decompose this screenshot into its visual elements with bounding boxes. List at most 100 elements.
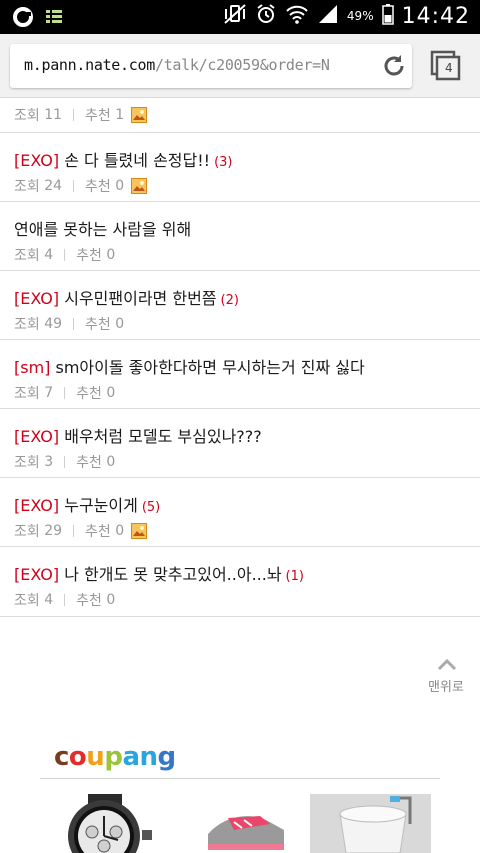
bucket-product-image[interactable] — [310, 794, 431, 853]
battery-icon — [381, 3, 394, 29]
post-row[interactable]: 연애를 못하는 사람을 위해조회 4 추천 0 — [0, 202, 480, 271]
view-count: 49 — [44, 316, 63, 332]
meta-divider — [64, 594, 66, 606]
post-title[interactable]: [EXO] 배우처럼 모델도 부심있나??? — [14, 423, 262, 447]
views-label: 조회 — [14, 317, 40, 333]
signal-icon — [317, 3, 339, 29]
post-meta: 조회 49 추천 0 — [14, 314, 124, 334]
meta-divider — [73, 109, 75, 121]
post-title[interactable]: [EXO] 나 한개도 못 맞추고있어..아...놔 (1) — [14, 561, 304, 585]
browser-o-icon — [12, 6, 34, 32]
post-title-text: 배우처럼 모델도 부심있나??? — [64, 427, 262, 446]
recommend-count: 0 — [115, 178, 125, 194]
views-label: 조회 — [14, 108, 40, 124]
post-row[interactable]: 조회 11 추천 1 — [0, 98, 480, 133]
browser-toolbar: m.pann.nate.com/talk/c20059&order=N 4 — [0, 34, 480, 98]
view-count: 7 — [44, 385, 54, 401]
recommend-label: 추천 — [76, 386, 102, 402]
post-category-tag: [EXO] — [14, 427, 60, 446]
views-label: 조회 — [14, 524, 40, 540]
post-title[interactable]: [EXO] 시우민팬이라면 한번쯤 (2) — [14, 285, 239, 309]
post-row[interactable]: [sm] sm아이돌 좋아한다하면 무시하는거 진짜 싫다조회 7 추천 0 — [0, 340, 480, 409]
wifi-icon — [285, 3, 309, 29]
coupang-logo-letter: u — [86, 742, 105, 772]
meta-divider — [73, 180, 75, 192]
coupang-logo-letter: g — [157, 742, 177, 772]
recommend-count: 0 — [106, 385, 116, 401]
post-row[interactable]: [EXO] 손 다 틀렸네 손정답!! (3) 조회 24 추천 0 — [0, 133, 480, 202]
post-row[interactable]: [EXO] 나 한개도 못 맞추고있어..아...놔 (1) 조회 4 추천 0 — [0, 547, 480, 617]
recommend-label: 추천 — [76, 593, 102, 609]
image-attachment-icon — [131, 107, 148, 123]
reload-icon[interactable] — [380, 52, 408, 80]
post-category-tag: [EXO] — [14, 496, 60, 515]
media-notification-icon — [44, 7, 64, 31]
post-title-text: 누구눈이게 — [64, 496, 138, 515]
coupang-logo[interactable]: coupang — [54, 742, 176, 772]
tabs-button[interactable]: 4 — [430, 50, 462, 82]
post-title-text: sm아이돌 좋아한다하면 무시하는거 진짜 싫다 — [55, 358, 365, 377]
post-meta: 조회 7 추천 0 — [14, 383, 115, 403]
alarm-icon — [255, 3, 277, 29]
coupang-logo-letter: c — [54, 742, 69, 772]
post-meta: 조회 11 추천 1 — [14, 105, 148, 125]
meta-divider — [73, 318, 75, 330]
image-attachment-icon — [131, 178, 148, 194]
meta-divider — [73, 525, 75, 537]
post-row[interactable]: [EXO] 누구눈이게 (5) 조회 29 추천 0 — [0, 478, 480, 547]
meta-divider — [64, 456, 66, 468]
views-label: 조회 — [14, 593, 40, 609]
back-to-top-button[interactable]: 맨위로 — [418, 654, 474, 698]
meta-divider — [64, 249, 66, 261]
post-title[interactable]: [EXO] 손 다 틀렸네 손정답!! (3) — [14, 147, 233, 171]
comment-count: (5) — [141, 500, 161, 515]
status-bar: 49% 14:42 — [0, 0, 480, 34]
view-count: 11 — [44, 107, 63, 123]
clock: 14:42 — [401, 3, 470, 29]
comment-count: (3) — [214, 155, 233, 170]
recommend-label: 추천 — [85, 179, 111, 195]
post-meta: 조회 4 추천 0 — [14, 590, 115, 610]
view-count: 24 — [44, 178, 63, 194]
image-attachment-icon — [131, 523, 148, 539]
post-title-text: 나 한개도 못 맞추고있어..아...놔 — [64, 565, 282, 584]
battery-percent: 49% — [346, 9, 374, 23]
url-path: /talk/c20059&order=N — [154, 56, 330, 74]
post-category-tag: [EXO] — [14, 565, 60, 584]
views-label: 조회 — [14, 179, 40, 195]
recommend-count: 0 — [115, 316, 125, 332]
ad-divider — [40, 778, 440, 779]
recommend-label: 추천 — [85, 317, 111, 333]
post-category-tag: [sm] — [14, 358, 51, 377]
recommend-label: 추천 — [76, 248, 102, 264]
chevron-up-icon — [437, 656, 457, 675]
recommend-count: 0 — [106, 454, 116, 470]
post-row[interactable]: [EXO] 시우민팬이라면 한번쯤 (2) 조회 49 추천 0 — [0, 271, 480, 340]
recommend-count: 1 — [115, 107, 125, 123]
recommend-count: 0 — [115, 523, 125, 539]
url-text[interactable]: m.pann.nate.com/talk/c20059&order=N — [24, 56, 330, 74]
sneaker-product-image[interactable] — [204, 794, 286, 853]
tab-count: 4 — [445, 61, 453, 75]
view-count: 29 — [44, 523, 63, 539]
post-meta: 조회 4 추천 0 — [14, 245, 115, 265]
coupang-logo-letter: p — [104, 742, 123, 772]
url-host: m.pann.nate.com — [24, 56, 155, 74]
back-to-top-label: 맨위로 — [428, 680, 464, 695]
watch-product-image[interactable] — [48, 794, 160, 853]
post-title[interactable]: [sm] sm아이돌 좋아한다하면 무시하는거 진짜 싫다 — [14, 354, 365, 378]
post-title-text: 시우민팬이라면 한번쯤 — [64, 289, 217, 308]
post-title[interactable]: 연애를 못하는 사람을 위해 — [14, 216, 191, 240]
views-label: 조회 — [14, 455, 40, 471]
meta-divider — [64, 387, 66, 399]
post-row[interactable]: [EXO] 배우처럼 모델도 부심있나??? 조회 3 추천 0 — [0, 409, 480, 478]
post-meta: 조회 29 추천 0 — [14, 521, 148, 541]
address-bar[interactable]: m.pann.nate.com/talk/c20059&order=N — [10, 44, 412, 88]
recommend-count: 0 — [106, 592, 116, 608]
recommend-label: 추천 — [76, 455, 102, 471]
post-title-text: 연애를 못하는 사람을 위해 — [14, 220, 192, 239]
post-title[interactable]: [EXO] 누구눈이게 (5) — [14, 492, 160, 516]
views-label: 조회 — [14, 386, 40, 402]
coupang-logo-letter: n — [139, 742, 158, 772]
post-category-tag: [EXO] — [14, 289, 60, 308]
